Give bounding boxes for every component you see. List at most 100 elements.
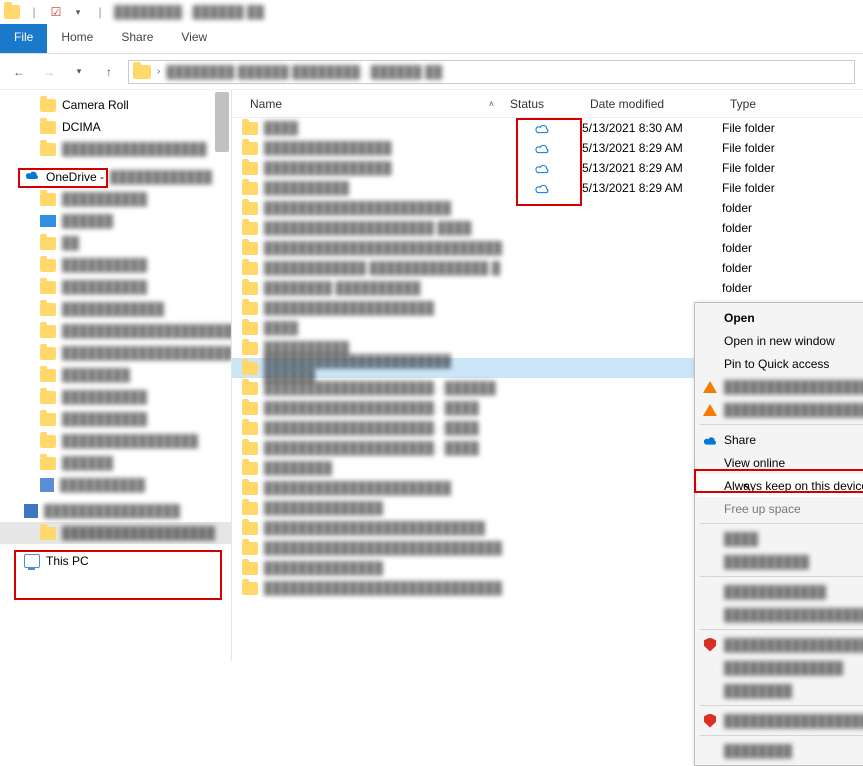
cell-type: File folder bbox=[722, 161, 832, 175]
cell-type: folder bbox=[722, 221, 832, 235]
ctx-view-online[interactable]: View online bbox=[698, 451, 863, 474]
tree-this-pc[interactable]: This PC bbox=[0, 550, 231, 572]
ctx-misc[interactable]: ████████████████████████████ bbox=[698, 633, 863, 656]
nav-tree: Camera Roll DCIMA █████████████████ OneD… bbox=[0, 90, 231, 576]
tree-label-suffix: ████████████ bbox=[110, 170, 212, 184]
folder-icon bbox=[40, 99, 56, 112]
cell-name: ████████████████████ · ████ bbox=[264, 401, 479, 415]
chevron-right-icon[interactable]: › bbox=[157, 66, 160, 77]
ctx-send-to[interactable]: ████████▸ bbox=[698, 739, 863, 762]
ctx-vlc-playlist[interactable]: ████████████████████████ bbox=[698, 375, 863, 398]
ctx-scan[interactable]: ██████████████████████ bbox=[698, 709, 863, 732]
navbar: ← → ▾ ↑ › ████████ ██████ ████████ · ███… bbox=[0, 54, 863, 90]
nav-history-icon[interactable]: ▾ bbox=[68, 61, 90, 83]
cell-type: File folder bbox=[722, 121, 832, 135]
cell-name: ██████████████ bbox=[264, 561, 383, 575]
tree-label: ██████████ bbox=[62, 258, 147, 272]
ctx-misc[interactable]: ████████████ bbox=[698, 580, 863, 603]
tab-share[interactable]: Share bbox=[107, 24, 167, 53]
ctx-open[interactable]: Open bbox=[698, 306, 863, 329]
tree-sub[interactable]: ██████████ bbox=[0, 188, 231, 210]
ctx-always-keep[interactable]: Always keep on this device↖ bbox=[698, 474, 863, 497]
ctx-open-new-window[interactable]: Open in new window bbox=[698, 329, 863, 352]
onedrive-icon bbox=[702, 432, 718, 448]
tree-sub[interactable]: ██ bbox=[0, 232, 231, 254]
tree-sub[interactable]: ██████████████████████ bbox=[0, 320, 231, 342]
folder-icon bbox=[242, 482, 258, 495]
tree-camera-roll[interactable]: Camera Roll bbox=[0, 94, 231, 116]
tree-sub[interactable]: ██████ bbox=[0, 210, 231, 232]
qat-sep-icon: | bbox=[26, 4, 42, 20]
folder-icon bbox=[40, 347, 56, 360]
table-row[interactable]: ████████ ██████████folder bbox=[232, 278, 863, 298]
tree-dcima[interactable]: DCIMA bbox=[0, 116, 231, 138]
tree-item-blur[interactable]: █████████████████ bbox=[0, 138, 231, 160]
tab-home[interactable]: Home bbox=[47, 24, 107, 53]
col-header-date[interactable]: Date modified bbox=[582, 97, 722, 111]
tree-sub[interactable]: ██████████ bbox=[0, 386, 231, 408]
cell-name: ███████████████ bbox=[264, 161, 392, 175]
tree-label: ████████████████ bbox=[62, 434, 198, 448]
table-row[interactable]: ████████████████████████████folder bbox=[232, 238, 863, 258]
tree-onedrive[interactable]: OneDrive - ████████████ bbox=[0, 166, 231, 188]
table-row[interactable]: ████████████ ██████████████ █folder bbox=[232, 258, 863, 278]
col-header-status[interactable]: Status bbox=[502, 97, 582, 111]
table-row[interactable]: ████ 5/13/2021 8:30 AM File folder bbox=[232, 118, 863, 138]
tree-planfolder-child[interactable]: ██████████████████ bbox=[0, 522, 231, 544]
tab-view[interactable]: View bbox=[167, 24, 221, 53]
ctx-7zip[interactable]: ████▸ bbox=[698, 527, 863, 550]
tree-sub[interactable]: ████████████ bbox=[0, 298, 231, 320]
ctx-crc[interactable]: ██████████▸ bbox=[698, 550, 863, 573]
ctx-misc[interactable]: ██████████████ bbox=[698, 656, 863, 679]
titlebar: | ☑ ▾ | ████████ · ██████ ██ bbox=[0, 0, 863, 24]
folder-app-icon bbox=[4, 4, 20, 20]
folder-icon bbox=[242, 502, 258, 515]
cell-name: ████████████████████ ████ bbox=[264, 221, 471, 235]
nav-back-icon[interactable]: ← bbox=[8, 61, 30, 83]
breadcrumb[interactable]: ████████ ██████ ████████ · ██████ ██ bbox=[166, 65, 442, 79]
ctx-misc[interactable]: ████████ bbox=[698, 679, 863, 702]
tree-sub[interactable]: ██████████ bbox=[0, 276, 231, 298]
qat-dropdown-icon[interactable]: ▾ bbox=[70, 4, 86, 20]
ctx-vlc-play[interactable]: ██████████████████████ bbox=[698, 398, 863, 421]
qat-properties-icon[interactable]: ☑ bbox=[48, 4, 64, 20]
building-icon bbox=[24, 504, 38, 518]
cell-name: ████████ ██████████ bbox=[264, 281, 420, 295]
table-row[interactable]: ████████████████████ ████ folder bbox=[232, 218, 863, 238]
tree-sub[interactable]: ██████████ bbox=[0, 408, 231, 430]
folder-icon bbox=[40, 193, 56, 206]
sidebar-scrollbar[interactable] bbox=[215, 92, 229, 152]
address-bar[interactable]: › ████████ ██████ ████████ · ██████ ██ bbox=[128, 60, 855, 84]
table-row[interactable]: ███████████████ 5/13/2021 8:29 AM File f… bbox=[232, 138, 863, 158]
tree-planfolder[interactable]: ████████████████ bbox=[0, 500, 231, 522]
tree-sub[interactable]: ██████ bbox=[0, 452, 231, 474]
desktop-icon bbox=[40, 215, 56, 227]
ctx-misc[interactable]: ██████████████████████ bbox=[698, 603, 863, 626]
table-row[interactable]: ██████████ 5/13/2021 8:29 AM File folder bbox=[232, 178, 863, 198]
tree-sub[interactable]: ████████████████ bbox=[0, 430, 231, 452]
table-row[interactable]: ██████████████████████folder bbox=[232, 198, 863, 218]
table-row[interactable]: ███████████████ 5/13/2021 8:29 AM File f… bbox=[232, 158, 863, 178]
ctx-free-up-space[interactable]: Free up space bbox=[698, 497, 863, 520]
folder-icon bbox=[40, 527, 56, 540]
cell-type: File folder bbox=[722, 141, 832, 155]
tree-sub[interactable]: ██████████ bbox=[0, 474, 231, 496]
cell-name: ████████████████████ bbox=[264, 301, 434, 315]
tab-file[interactable]: File bbox=[0, 24, 47, 53]
ctx-share[interactable]: Share bbox=[698, 428, 863, 451]
col-header-name[interactable]: Name˄ bbox=[242, 97, 502, 111]
nav-up-icon[interactable]: ↑ bbox=[98, 61, 120, 83]
cell-name: ███████████████ bbox=[264, 141, 392, 155]
tree-label: Camera Roll bbox=[62, 98, 129, 112]
context-menu: Open Open in new window Pin to Quick acc… bbox=[694, 302, 863, 766]
cell-name: ██████████████ bbox=[264, 501, 383, 515]
ctx-separator bbox=[700, 523, 863, 524]
folder-icon bbox=[40, 435, 56, 448]
ctx-pin-quick-access[interactable]: Pin to Quick access bbox=[698, 352, 863, 375]
tree-sub[interactable]: ████████████████████ bbox=[0, 342, 231, 364]
tree-sub[interactable]: ████████ bbox=[0, 364, 231, 386]
tree-sub[interactable]: ██████████ bbox=[0, 254, 231, 276]
sort-asc-icon: ˄ bbox=[489, 99, 494, 109]
col-header-type[interactable]: Type bbox=[722, 97, 832, 111]
cell-type: File folder bbox=[722, 181, 832, 195]
